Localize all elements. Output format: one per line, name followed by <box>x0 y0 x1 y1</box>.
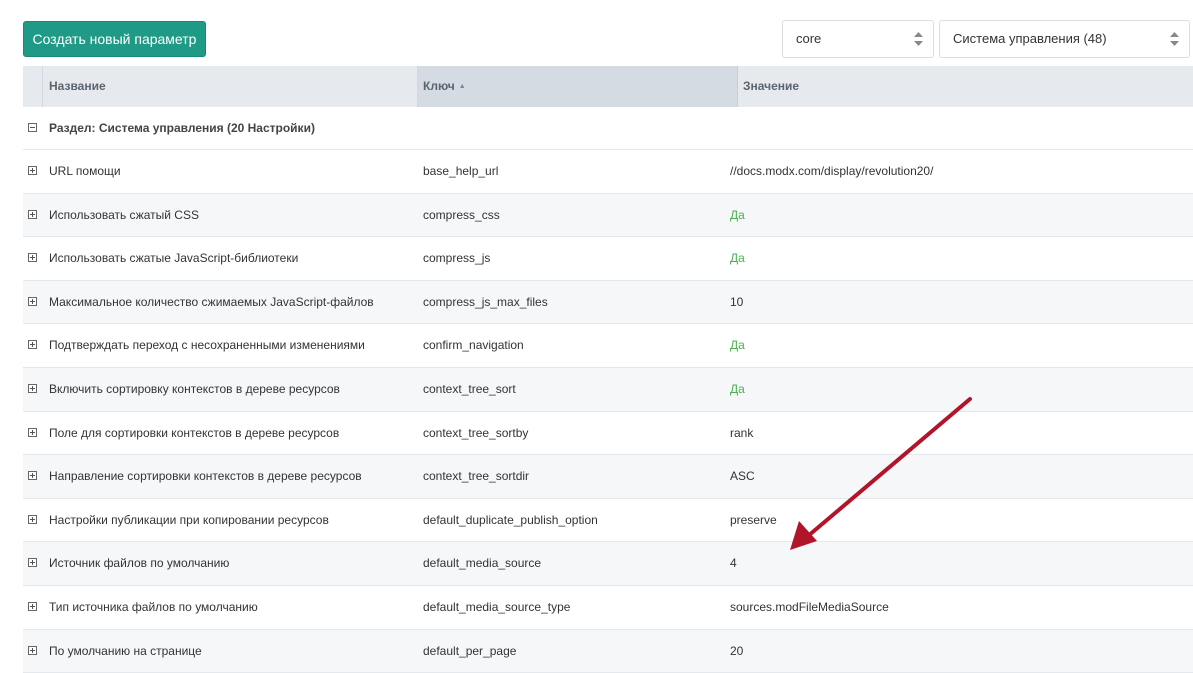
table-row[interactable]: Подтверждать переход с несохраненными из… <box>23 324 1193 368</box>
settings-grid: Название Ключ ▲ Значение Раздел: Система … <box>23 66 1193 673</box>
plus-box-icon[interactable] <box>28 253 37 263</box>
grid-header: Название Ключ ▲ Значение <box>23 66 1193 107</box>
plus-box-icon[interactable] <box>28 601 37 611</box>
setting-key-cell: context_tree_sortdir <box>423 469 530 484</box>
plus-box-icon[interactable] <box>28 558 37 568</box>
setting-name-cell: Источник файлов по умолчанию <box>49 556 230 571</box>
table-row[interactable]: Использовать сжатый CSS compress_css Да <box>23 193 1193 238</box>
group-label: Раздел: Система управления (20 Настройки… <box>49 121 315 135</box>
column-header-value[interactable]: Значение <box>738 66 1193 107</box>
setting-value-cell: Да <box>730 207 745 222</box>
plus-box-icon[interactable] <box>28 471 37 481</box>
setting-value-cell: //docs.modx.com/display/revolution20/ <box>730 164 934 178</box>
table-row[interactable]: Включить сортировку контекстов в дереве … <box>23 367 1193 412</box>
updown-arrows-icon <box>914 32 923 46</box>
minus-box-icon[interactable] <box>28 123 37 132</box>
namespace-select[interactable]: core <box>782 20 934 58</box>
setting-key-cell: default_media_source <box>423 556 542 571</box>
setting-name-cell: Направление сортировки контекстов в дере… <box>49 469 362 484</box>
setting-value-cell: 4 <box>730 556 737 571</box>
setting-name-cell: Использовать сжатые JavaScript-библиотек… <box>49 251 299 266</box>
create-setting-button[interactable]: Создать новый параметр <box>23 21 206 57</box>
setting-key-cell: default_per_page <box>423 643 517 658</box>
setting-name-cell: Использовать сжатый CSS <box>49 207 199 222</box>
table-row[interactable]: Направление сортировки контекстов в дере… <box>23 455 1193 499</box>
setting-key-cell: confirm_navigation <box>423 338 524 353</box>
setting-value-cell: preserve <box>730 512 777 527</box>
setting-key-cell: context_tree_sortby <box>423 425 529 440</box>
table-row[interactable]: URL помощи base_help_url //docs.modx.com/d… <box>23 150 1193 194</box>
setting-value-cell: Да <box>730 251 745 266</box>
column-header-key[interactable]: Ключ ▲ <box>418 66 738 107</box>
setting-value-cell: ASC <box>730 469 755 484</box>
setting-name-cell: Тип источника файлов по умолчанию <box>49 599 258 614</box>
table-row[interactable]: Максимальное количество сжимаемых JavaSc… <box>23 280 1193 325</box>
plus-box-icon[interactable] <box>28 645 37 655</box>
table-row[interactable]: Использовать сжатые JavaScript-библиотек… <box>23 237 1193 281</box>
setting-name-cell: URL помощи <box>49 164 121 178</box>
plus-box-icon[interactable] <box>28 209 37 219</box>
column-header-name[interactable]: Название <box>43 66 418 107</box>
setting-key-cell: compress_css <box>423 207 500 222</box>
plus-box-icon[interactable] <box>28 166 37 175</box>
setting-key-cell: compress_js_max_files <box>423 294 548 309</box>
plus-box-icon[interactable] <box>28 383 37 393</box>
setting-value-cell: sources.modFileMediaSource <box>730 599 889 614</box>
setting-value-cell: 10 <box>730 294 744 309</box>
setting-value-cell: Да <box>730 381 745 396</box>
setting-name-cell: Включить сортировку контекстов в дереве … <box>49 381 340 396</box>
table-row[interactable]: По умолчанию на странице default_per_page… <box>23 629 1193 673</box>
setting-name-cell: По умолчанию на странице <box>49 643 202 658</box>
area-select[interactable]: Система управления (48) <box>939 20 1190 58</box>
area-select-value: Система управления (48) <box>953 31 1107 46</box>
setting-name-cell: Поле для сортировки контекстов в дереве … <box>49 425 340 440</box>
group-row-area[interactable]: Раздел: Система управления (20 Настройки… <box>23 107 1193 150</box>
plus-box-icon[interactable] <box>28 427 37 437</box>
table-row[interactable]: Источник файлов по умолчанию default_medi… <box>23 542 1193 586</box>
setting-key-cell: compress_js <box>423 251 491 266</box>
setting-value-cell: Да <box>730 338 745 353</box>
grid-rows: URL помощи base_help_url //docs.modx.com/d… <box>23 150 1193 673</box>
table-row[interactable]: Настройки публикации при копировании рес… <box>23 499 1193 543</box>
setting-key-cell: default_duplicate_publish_option <box>423 512 598 527</box>
setting-value-cell: rank <box>730 425 754 440</box>
setting-value-cell: 20 <box>730 643 744 658</box>
setting-key-cell: default_media_source_type <box>423 599 571 614</box>
setting-name-cell: Максимальное количество сжимаемых JavaSc… <box>49 294 374 309</box>
setting-key-cell: base_help_url <box>423 164 499 178</box>
setting-name-cell: Настройки публикации при копировании рес… <box>49 512 329 527</box>
system-settings-page: Создать новый параметр core Система упра… <box>0 0 1193 673</box>
plus-box-icon[interactable] <box>28 296 37 306</box>
plus-box-icon[interactable] <box>28 514 37 524</box>
setting-key-cell: context_tree_sort <box>423 381 516 396</box>
grid-header-expander <box>23 66 43 107</box>
updown-arrows-icon <box>1170 32 1179 46</box>
setting-name-cell: Подтверждать переход с несохраненными из… <box>49 338 365 353</box>
namespace-select-value: core <box>796 31 822 46</box>
table-row[interactable]: Поле для сортировки контекстов в дереве … <box>23 412 1193 456</box>
table-row[interactable]: Тип источника файлов по умолчанию default… <box>23 586 1193 630</box>
sort-asc-icon: ▲ <box>458 83 466 91</box>
plus-box-icon[interactable] <box>28 340 37 350</box>
